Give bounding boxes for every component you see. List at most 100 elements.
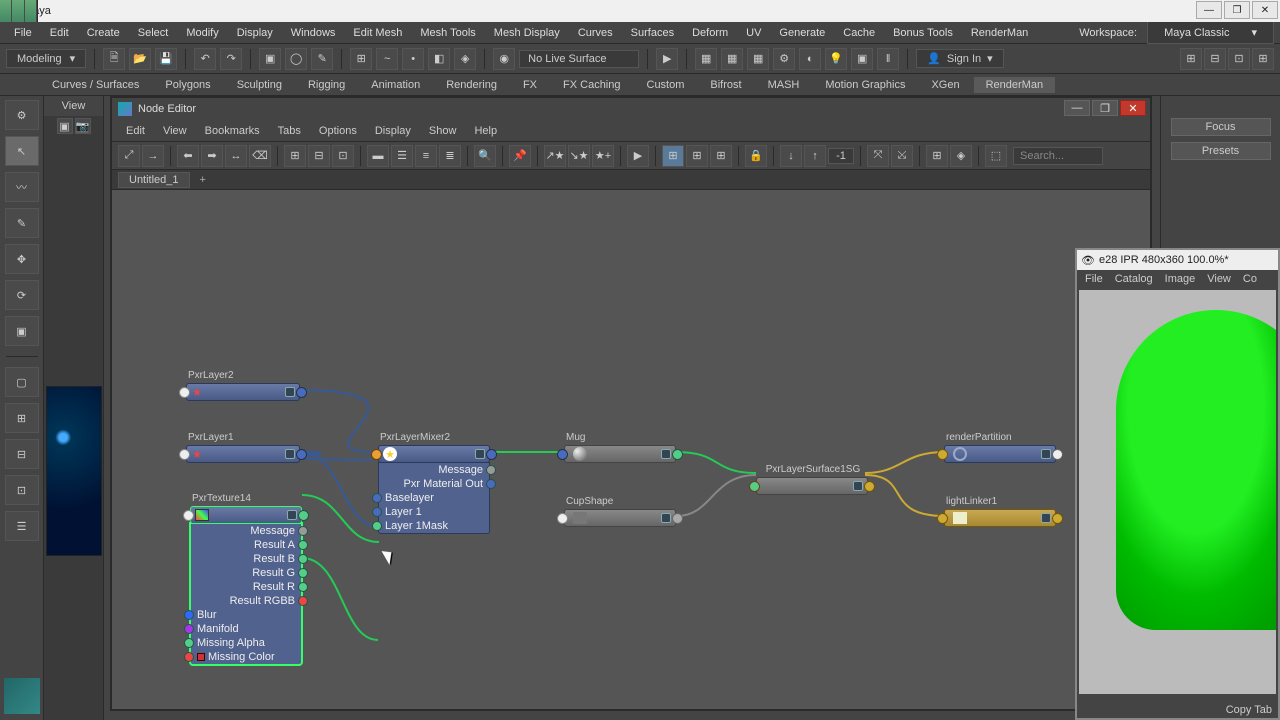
live-toggle-icon[interactable]: ◉ <box>493 48 515 70</box>
light-editor-icon[interactable]: 💡 <box>825 48 847 70</box>
live-surface-field[interactable]: No Live Surface <box>519 50 639 68</box>
redo-icon[interactable]: ↷ <box>220 48 242 70</box>
output-port[interactable] <box>296 387 307 398</box>
output-port[interactable] <box>486 449 497 460</box>
collapse-icon[interactable] <box>1041 449 1051 459</box>
menu-windows[interactable]: Windows <box>283 25 344 41</box>
menu-mesh-display[interactable]: Mesh Display <box>486 25 568 41</box>
playblast-icon[interactable]: ▣ <box>851 48 873 70</box>
depth-down-icon[interactable]: ↓ <box>780 145 802 167</box>
ne-menu-tabs[interactable]: Tabs <box>270 123 309 139</box>
render-pause-icon[interactable]: ‖ <box>877 48 899 70</box>
shelf-tab[interactable]: FX Caching <box>551 77 632 93</box>
zoom-icon[interactable]: 🔍 <box>474 145 496 167</box>
input-output-icon[interactable]: ⤢ <box>118 145 140 167</box>
shelf-tab[interactable]: XGen <box>919 77 971 93</box>
workspace-selector[interactable]: Maya Classic ▾ <box>1147 21 1274 44</box>
maximize-button[interactable]: ❐ <box>1092 100 1118 116</box>
input-port[interactable] <box>179 449 190 460</box>
shelf-tab[interactable]: Sculpting <box>225 77 294 93</box>
collapse-icon[interactable] <box>853 481 863 491</box>
collapse-icon[interactable] <box>1041 513 1051 523</box>
copy-tab-button[interactable]: Copy Tab <box>1226 704 1272 716</box>
mode-selector[interactable]: Modeling ▾ <box>6 49 86 68</box>
collapse-icon[interactable] <box>285 449 295 459</box>
dotted-icon[interactable]: ⬚ <box>985 145 1007 167</box>
lasso-icon[interactable]: ◯ <box>285 48 307 70</box>
node-pxrlayer2[interactable]: PxrLayer2 ★ <box>186 370 300 401</box>
ne-menu-help[interactable]: Help <box>466 123 505 139</box>
shelf-tab[interactable]: Bifrost <box>698 77 753 93</box>
sync-on-icon[interactable]: ↗★ <box>544 145 566 167</box>
layout-outliner-icon[interactable]: ☰ <box>5 511 39 541</box>
node-header[interactable] <box>944 445 1056 463</box>
input-port[interactable] <box>937 449 948 460</box>
layout-icon[interactable]: ⊞ <box>284 145 306 167</box>
close-button[interactable]: ✕ <box>1120 100 1146 116</box>
node-canvas[interactable]: PxrLayer2 ★ PxrLayer1 ★ <box>112 190 1150 709</box>
ipr-menu-commands[interactable]: Co <box>1237 272 1263 286</box>
input-port[interactable] <box>371 449 382 460</box>
ne-menu-display[interactable]: Display <box>367 123 419 139</box>
attr-result-g[interactable]: Result G <box>191 566 301 580</box>
attr-blur[interactable]: Blur <box>191 608 301 622</box>
menu-select[interactable]: Select <box>130 25 177 41</box>
ne-tab[interactable]: Untitled_1 <box>118 172 190 188</box>
attr-layer1mask[interactable]: Layer 1Mask <box>379 519 489 533</box>
shelf-tab[interactable]: Rendering <box>434 77 509 93</box>
ne-menu-edit[interactable]: Edit <box>118 123 153 139</box>
render-settings-icon[interactable]: ⚙ <box>773 48 795 70</box>
focus-button[interactable]: Focus <box>1171 118 1271 136</box>
collapse-icon[interactable] <box>285 387 295 397</box>
attr-manifold[interactable]: Manifold <box>191 622 301 636</box>
node-pxrlayermixer2[interactable]: PxrLayerMixer2 ★ Message Pxr Material Ou… <box>378 432 490 534</box>
node-header[interactable] <box>756 477 868 495</box>
menu-surfaces[interactable]: Surfaces <box>623 25 682 41</box>
node-light-linker[interactable]: lightLinker1 <box>944 496 1056 527</box>
new-scene-icon[interactable]: 🗎 <box>103 48 125 70</box>
attr-result-rgb[interactable]: Result RGBB <box>191 594 301 608</box>
ipr-render-view[interactable] <box>1079 290 1276 694</box>
layout-quad-icon[interactable]: ⊞ <box>5 403 39 433</box>
input-port[interactable] <box>557 449 568 460</box>
output-port[interactable] <box>298 510 309 521</box>
ne-menu-bookmarks[interactable]: Bookmarks <box>197 123 268 139</box>
node-cupshape[interactable]: CupShape <box>564 496 676 527</box>
collapse-icon[interactable] <box>661 513 671 523</box>
panel-layout-icon[interactable]: ⊞ <box>1180 48 1202 70</box>
undo-icon[interactable]: ↶ <box>194 48 216 70</box>
mode-custom-icon[interactable]: ≣ <box>439 145 461 167</box>
menu-deform[interactable]: Deform <box>684 25 736 41</box>
input-icon[interactable]: → <box>142 145 164 167</box>
attr-layer1[interactable]: Layer 1 <box>379 505 489 519</box>
shelf-tab[interactable]: FX <box>511 77 549 93</box>
menu-create[interactable]: Create <box>79 25 128 41</box>
output-port[interactable] <box>1052 513 1063 524</box>
ne-tab-add[interactable]: + <box>194 173 212 187</box>
node-render-partition[interactable]: renderPartition <box>944 432 1056 463</box>
select-mode-icon[interactable]: ▣ <box>259 48 281 70</box>
sign-in-button[interactable]: 👤 Sign In ▾ <box>916 49 1003 68</box>
menu-edit[interactable]: Edit <box>42 25 77 41</box>
menu-file[interactable]: File <box>6 25 40 41</box>
menu-edit-mesh[interactable]: Edit Mesh <box>345 25 410 41</box>
snap-point-icon[interactable]: • <box>402 48 424 70</box>
shelf-tab[interactable]: MASH <box>756 77 812 93</box>
toggle-icon[interactable]: ▶ <box>656 48 678 70</box>
menu-uv[interactable]: UV <box>738 25 769 41</box>
ne-menu-show[interactable]: Show <box>421 123 465 139</box>
paint-tool-icon[interactable]: ✎ <box>5 208 39 238</box>
node-header[interactable] <box>564 445 676 463</box>
ipr-menu-catalog[interactable]: Catalog <box>1109 272 1159 286</box>
collapse-icon[interactable] <box>475 449 485 459</box>
node-editor-titlebar[interactable]: Node Editor — ❐ ✕ <box>112 98 1150 120</box>
lock-icon[interactable]: 🔒 <box>745 145 767 167</box>
depth-up-icon[interactable]: ↑ <box>804 145 826 167</box>
collapse-icon[interactable] <box>287 510 297 520</box>
ipr-icon[interactable]: ▦ <box>747 48 769 70</box>
attr-baselayer[interactable]: Baselayer <box>379 491 489 505</box>
collapse-icon[interactable] <box>661 449 671 459</box>
attr-result-r[interactable]: Result R <box>191 580 301 594</box>
node-header[interactable] <box>944 509 1056 527</box>
snap-plane-icon[interactable]: ◧ <box>428 48 450 70</box>
